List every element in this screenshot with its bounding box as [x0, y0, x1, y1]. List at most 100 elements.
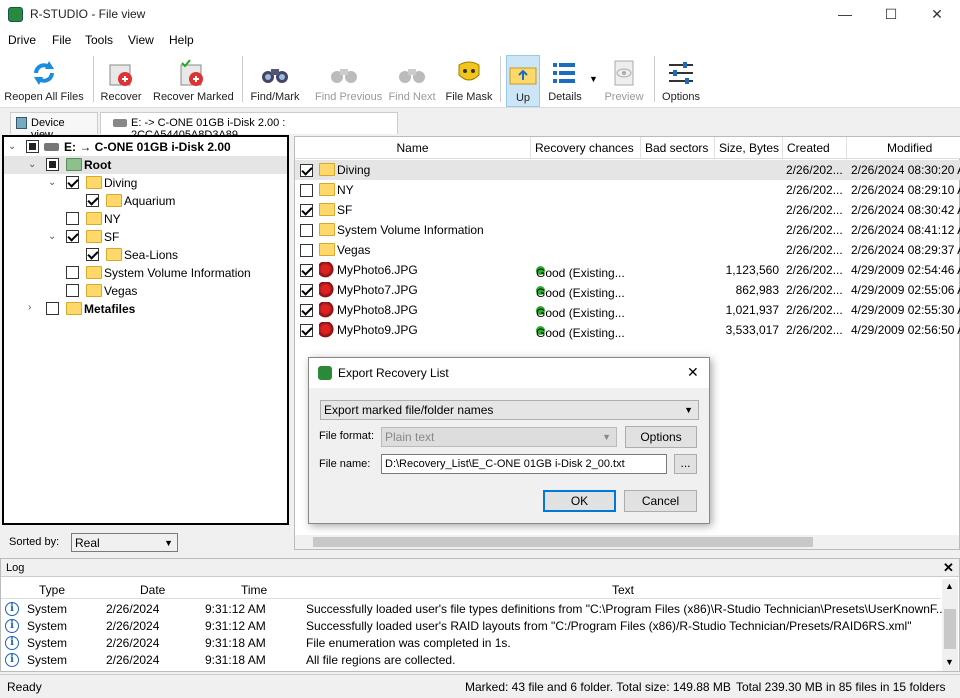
file-checkbox[interactable]: [300, 164, 313, 177]
log-col-text[interactable]: Text: [612, 583, 634, 597]
file-checkbox[interactable]: [300, 264, 313, 277]
file-checkbox[interactable]: [300, 324, 313, 337]
file-row[interactable]: MyPhoto6.JPG Good (Existing... 1,123,560 2/…: [295, 260, 960, 280]
recover-marked-button[interactable]: Recover Marked: [153, 55, 234, 107]
tree-ny-checkbox[interactable]: [66, 212, 79, 225]
scroll-thumb[interactable]: [313, 537, 813, 547]
menu-tools[interactable]: Tools: [85, 33, 113, 47]
format-options-button[interactable]: Options: [625, 426, 697, 448]
up-button[interactable]: Up: [506, 55, 540, 107]
collapse-icon[interactable]: ⌄: [48, 231, 56, 242]
log-time: 9:31:12 AM: [205, 602, 266, 616]
tree-svi-checkbox[interactable]: [66, 266, 79, 279]
file-checkbox[interactable]: [300, 304, 313, 317]
details-button[interactable]: Details: [548, 55, 582, 107]
tree-sealions-checkbox[interactable]: [86, 248, 99, 261]
tree-metafiles[interactable]: › Metafiles: [4, 300, 287, 318]
details-dropdown-icon[interactable]: ▼: [589, 74, 598, 84]
file-row[interactable]: MyPhoto9.JPG Good (Existing... 3,533,017 2/…: [295, 320, 960, 340]
file-name-input[interactable]: D:\Recovery_List\E_C-ONE 01GB i-Disk 2_0…: [381, 454, 667, 474]
collapse-icon[interactable]: ⌄: [8, 141, 16, 152]
file-checkbox[interactable]: [300, 224, 313, 237]
col-recovery-chances[interactable]: Recovery chances: [531, 137, 641, 159]
tree-diving-checkbox[interactable]: [66, 176, 79, 189]
log-row[interactable]: i System 2/26/2024 9:31:12 AM Successfully l…: [1, 618, 941, 635]
minimize-button[interactable]: —: [822, 0, 868, 30]
file-format-select[interactable]: Plain text ▼: [381, 427, 617, 447]
expand-icon[interactable]: ›: [28, 302, 31, 313]
info-icon: i: [5, 619, 19, 633]
log-col-type[interactable]: Type: [39, 583, 65, 597]
tree-drive[interactable]: ⌄ E: → C-ONE 01GB i-Disk 2.00: [4, 138, 287, 156]
find-mark-button[interactable]: Find/Mark: [251, 55, 299, 107]
menu-view[interactable]: View: [128, 33, 154, 47]
maximize-button[interactable]: ☐: [868, 0, 914, 30]
tree-drive-checkbox[interactable]: [26, 140, 39, 153]
file-created: 2/26/202...: [786, 203, 843, 217]
log-row[interactable]: i System 2/26/2024 9:31:18 AM All file regio…: [1, 652, 941, 669]
browse-button[interactable]: ...: [674, 454, 697, 474]
tree-sealions[interactable]: Sea-Lions: [4, 246, 287, 264]
dialog-close-icon[interactable]: ✕: [687, 364, 699, 381]
sorted-by-select[interactable]: Real ▼: [71, 533, 178, 552]
recover-button[interactable]: Recover: [101, 55, 141, 107]
file-row[interactable]: MyPhoto7.JPG Good (Existing... 862,983 2/26…: [295, 280, 960, 300]
horizontal-scrollbar[interactable]: [295, 535, 959, 549]
tree-root-checkbox[interactable]: [46, 158, 59, 171]
tree-root[interactable]: ⌄ Root: [4, 156, 287, 174]
close-button[interactable]: ✕: [914, 0, 960, 30]
collapse-icon[interactable]: ⌄: [48, 177, 56, 188]
file-mask-button[interactable]: File Mask: [445, 55, 493, 107]
col-size[interactable]: Size, Bytes: [715, 137, 783, 159]
log-vertical-scrollbar[interactable]: ▲ ▼: [942, 579, 958, 671]
tree-ny[interactable]: NY: [4, 210, 287, 228]
scroll-down-icon[interactable]: ▼: [945, 657, 954, 667]
file-checkbox[interactable]: [300, 284, 313, 297]
find-next-button[interactable]: Find Next: [388, 55, 436, 107]
tree-aquarium[interactable]: Aquarium: [4, 192, 287, 210]
ok-button[interactable]: OK: [543, 490, 616, 512]
tree-vegas-checkbox[interactable]: [66, 284, 79, 297]
log-col-date[interactable]: Date: [140, 583, 165, 597]
col-bad-sectors[interactable]: Bad sectors: [641, 137, 715, 159]
scroll-up-icon[interactable]: ▲: [945, 581, 954, 591]
tree-aquarium-checkbox[interactable]: [86, 194, 99, 207]
tree-metafiles-checkbox[interactable]: [46, 302, 59, 315]
log-close-icon[interactable]: ✕: [943, 560, 954, 576]
menu-drive[interactable]: Drive: [8, 33, 36, 47]
scroll-thumb[interactable]: [944, 609, 956, 649]
tree-svi[interactable]: System Volume Information: [4, 264, 287, 282]
file-checkbox[interactable]: [300, 204, 313, 217]
tree-sf[interactable]: ⌄ SF: [4, 228, 287, 246]
file-row[interactable]: NY 2/26/202... 2/26/2024 08:29:10 A: [295, 180, 960, 200]
menu-file[interactable]: File: [52, 33, 71, 47]
log-row[interactable]: i System 2/26/2024 9:31:12 AM Successfully l…: [1, 601, 946, 618]
file-modified: 2/26/2024 08:30:42 A: [851, 203, 960, 217]
reopen-all-files-button[interactable]: Reopen All Files: [4, 55, 84, 107]
tree-diving[interactable]: ⌄ Diving: [4, 174, 287, 192]
tab-file-view[interactable]: E: -> C-ONE 01GB i-Disk 2.00 : 2CCA54405…: [100, 112, 398, 141]
log-row[interactable]: i System 2/26/2024 9:31:18 AM File enumerati…: [1, 635, 941, 652]
cancel-button[interactable]: Cancel: [624, 490, 697, 512]
file-row[interactable]: System Volume Information 2/26/202... 2/26…: [295, 220, 960, 240]
col-created[interactable]: Created: [783, 137, 847, 159]
col-name[interactable]: Name: [295, 137, 531, 159]
export-mode-select[interactable]: Export marked file/folder names ▼: [320, 400, 699, 420]
options-button[interactable]: Options: [662, 55, 700, 107]
file-checkbox[interactable]: [300, 244, 313, 257]
file-row[interactable]: Diving 2/26/202... 2/26/2024 08:30:20 A: [295, 160, 960, 180]
file-name: MyPhoto6.JPG: [337, 263, 418, 277]
file-checkbox[interactable]: [300, 184, 313, 197]
find-previous-button[interactable]: Find Previous: [315, 55, 382, 107]
file-row[interactable]: SF 2/26/202... 2/26/2024 08:30:42 A: [295, 200, 960, 220]
tree-vegas[interactable]: Vegas: [4, 282, 287, 300]
collapse-icon[interactable]: ⌄: [28, 159, 36, 170]
preview-button[interactable]: Preview: [604, 55, 644, 107]
file-row[interactable]: Vegas 2/26/202... 2/26/2024 08:29:37 A: [295, 240, 960, 260]
file-row[interactable]: MyPhoto8.JPG Good (Existing... 1,021,937 2/…: [295, 300, 960, 320]
menu-help[interactable]: Help: [169, 33, 194, 47]
tree-sf-checkbox[interactable]: [66, 230, 79, 243]
tab-device-view[interactable]: Device view: [10, 112, 98, 141]
col-modified[interactable]: Modified: [847, 137, 960, 159]
log-col-time[interactable]: Time: [241, 583, 267, 597]
